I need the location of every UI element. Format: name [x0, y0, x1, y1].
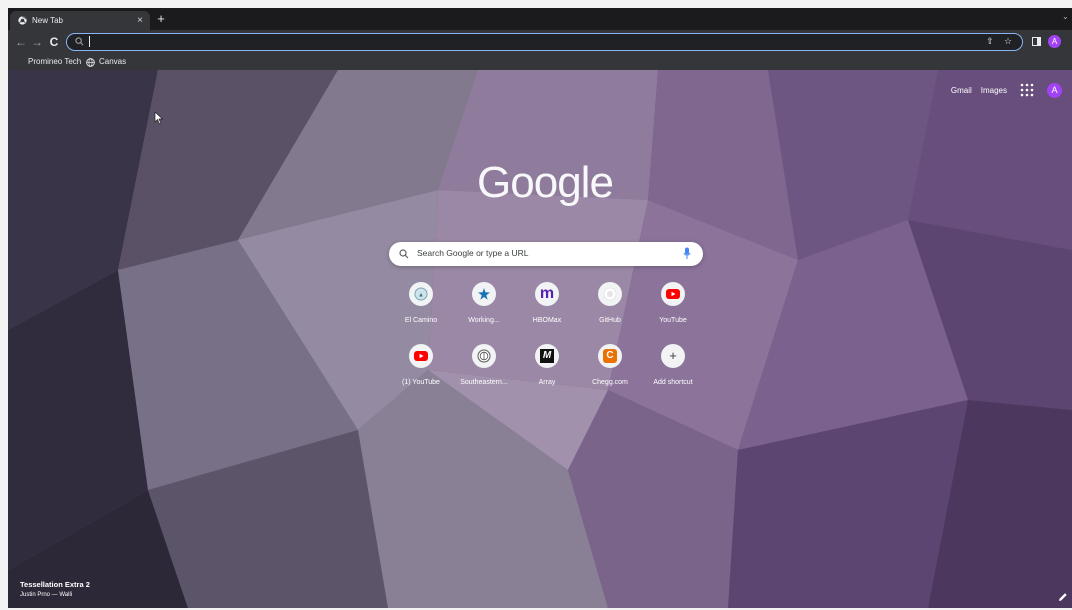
browser-toolbar: ← → C ⇧ ☆ A: [8, 30, 1072, 54]
mouse-cursor-icon: [154, 111, 164, 125]
side-panel-icon[interactable]: [1030, 34, 1042, 50]
hbomax-icon: m: [535, 282, 559, 306]
search-icon: [399, 249, 409, 259]
tab-new-tab[interactable]: New Tab ×: [10, 11, 150, 30]
star-icon: [472, 282, 496, 306]
forward-button[interactable]: →: [30, 34, 44, 50]
youtube-icon: [409, 344, 433, 368]
text-caret: [89, 36, 90, 47]
search-box[interactable]: Search Google or type a URL: [389, 242, 703, 266]
shortcut-working[interactable]: Working...: [454, 282, 514, 324]
svg-text:▲: ▲: [418, 293, 424, 299]
search-icon: [75, 37, 84, 46]
shortcut-southeastern[interactable]: Southeastern...: [454, 344, 514, 386]
profile-avatar[interactable]: A: [1048, 35, 1061, 48]
address-input[interactable]: [91, 35, 971, 48]
search-placeholder: Search Google or type a URL: [417, 248, 529, 258]
plus-icon: +: [661, 344, 685, 368]
tab-title: New Tab: [32, 16, 63, 25]
shortcut-chegg[interactable]: C Chegg.com: [580, 344, 640, 386]
account-avatar[interactable]: A: [1047, 82, 1062, 98]
shortcut-github[interactable]: GitHub: [580, 282, 640, 324]
new-tab-button[interactable]: +: [154, 11, 168, 28]
background-credit[interactable]: Tessellation Extra 2 Justin Prno — Walli: [20, 580, 90, 598]
globe-icon: [86, 57, 95, 67]
shortcut-label: YouTube: [659, 317, 687, 324]
bookmark-promineo-tech[interactable]: Promineo Tech: [28, 56, 81, 68]
shortcut-label: GitHub: [599, 317, 621, 324]
background-image: [8, 70, 1072, 608]
bookmarks-bar: Promineo Tech Canvas: [8, 54, 1072, 71]
new-tab-page: Gmail Images A Google Search Google or t…: [8, 70, 1072, 608]
southeastern-icon: [472, 344, 496, 368]
shortcut-youtube[interactable]: YouTube: [643, 282, 703, 324]
chrome-icon: [18, 16, 27, 25]
tab-close-button[interactable]: ×: [134, 15, 146, 26]
bookmark-label: Canvas: [99, 57, 127, 66]
bookmark-canvas[interactable]: Canvas: [86, 56, 126, 68]
bookmark-star-icon[interactable]: ☆: [1002, 35, 1014, 48]
address-bar[interactable]: ⇧ ☆: [66, 33, 1023, 51]
shortcut-label: El Camino: [404, 317, 438, 324]
back-button[interactable]: ←: [14, 34, 28, 50]
bookmark-label: Promineo Tech: [28, 57, 82, 66]
shortcut-label: Chegg.com: [592, 379, 628, 386]
shortcut-label: Southeastern...: [460, 379, 508, 386]
pencil-icon[interactable]: [1058, 592, 1068, 602]
chegg-icon: C: [598, 344, 622, 368]
apps-grid-icon[interactable]: [1019, 82, 1035, 98]
add-shortcut-button[interactable]: + Add shortcut: [643, 344, 703, 386]
shortcut-el-camino[interactable]: ▲ El Camino: [391, 282, 451, 324]
google-logo: Google: [477, 158, 614, 207]
background-title: Tessellation Extra 2: [20, 580, 90, 589]
browser-window: New Tab × + ⌄ ← → C ⇧ ☆ A Promineo Tech: [8, 8, 1072, 608]
shortcut-label: Array: [538, 379, 556, 386]
shortcut-array[interactable]: M Array: [517, 344, 577, 386]
youtube-icon: [661, 282, 685, 306]
images-link[interactable]: Images: [981, 86, 1007, 95]
tab-strip: New Tab × + ⌄: [8, 8, 1072, 30]
gmail-link[interactable]: Gmail: [951, 86, 972, 95]
shortcut-label: Add shortcut: [653, 379, 693, 386]
reload-button[interactable]: C: [47, 34, 61, 50]
background-author: Justin Prno — Walli: [20, 592, 73, 598]
tab-search-chevron-icon[interactable]: ⌄: [1062, 12, 1072, 26]
share-icon[interactable]: ⇧: [984, 35, 996, 48]
shortcut-youtube-1[interactable]: (1) YouTube: [391, 344, 451, 386]
github-icon: [598, 282, 622, 306]
shortcut-label: HBOMax: [532, 317, 562, 324]
shortcut-label: (1) YouTube: [402, 379, 440, 386]
top-links: Gmail Images A: [942, 82, 1062, 98]
array-icon: M: [535, 344, 559, 368]
shortcut-hbomax[interactable]: m HBOMax: [517, 282, 577, 324]
microphone-icon[interactable]: [683, 247, 691, 260]
el-camino-icon: ▲: [409, 282, 433, 306]
shortcut-label: Working...: [468, 317, 500, 324]
